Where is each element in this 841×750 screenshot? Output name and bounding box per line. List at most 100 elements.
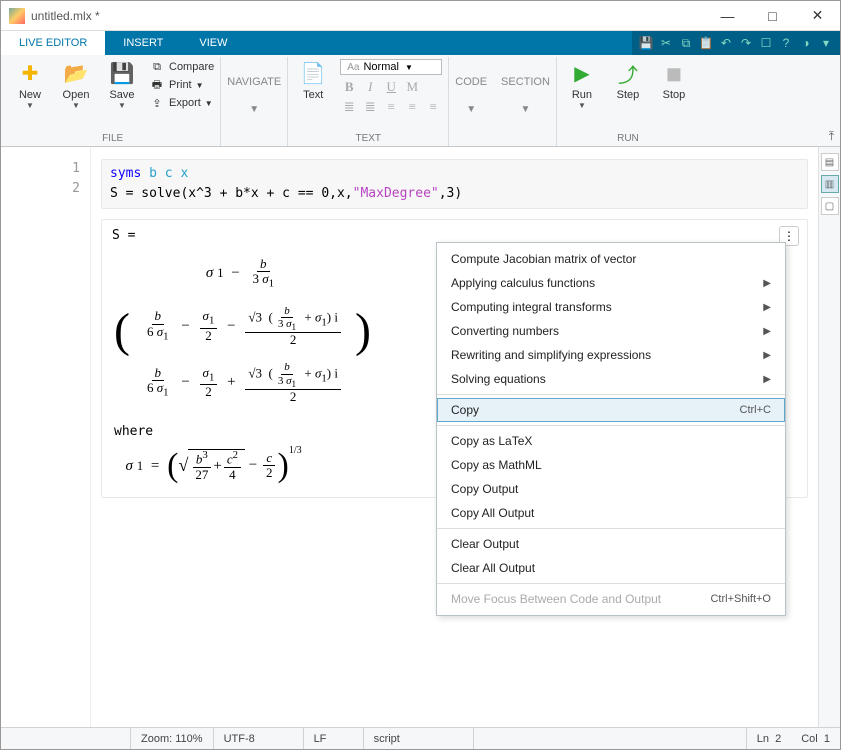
- window-title: untitled.mlx *: [31, 9, 705, 23]
- chevron-down-icon: ▼: [466, 104, 476, 115]
- menu-move-focus: Move Focus Between Code and OutputCtrl+S…: [437, 587, 785, 611]
- print-label: Print: [169, 79, 192, 91]
- align-left-icon[interactable]: ≡: [382, 99, 400, 115]
- submenu-arrow-icon: ▶: [763, 278, 771, 289]
- chevron-down-icon: ▼: [578, 101, 586, 110]
- code-block[interactable]: syms b c x S = solve(x^3 + b*x + c == 0,…: [101, 159, 808, 209]
- text-button[interactable]: 📄 Text: [294, 59, 332, 131]
- tab-insert[interactable]: INSERT: [105, 31, 181, 55]
- print-button[interactable]: 🖶Print ▼: [149, 77, 214, 93]
- bold-button[interactable]: B: [340, 79, 358, 95]
- maximize-button[interactable]: □: [750, 1, 795, 30]
- compare-button[interactable]: ⧉Compare: [149, 59, 214, 75]
- output-hide-button[interactable]: ▢: [821, 197, 839, 215]
- text-style-select[interactable]: AaNormal ▼: [340, 59, 442, 75]
- collapse-ribbon-icon[interactable]: ⤒: [829, 129, 834, 144]
- export-label: Export: [169, 97, 201, 109]
- list-align-row: ≣ ≣ ≡ ≡ ≡: [340, 99, 442, 115]
- menu-rewrite[interactable]: Rewriting and simplifying expressions▶: [437, 343, 785, 367]
- status-col-label: Col: [801, 733, 818, 745]
- stop-button[interactable]: ◼Stop: [655, 59, 693, 131]
- section-label: SECTION: [501, 76, 550, 88]
- align-center-icon[interactable]: ≡: [403, 99, 421, 115]
- code-string: "MaxDegree": [353, 186, 439, 201]
- menu-integral[interactable]: Computing integral transforms▶: [437, 295, 785, 319]
- step-button[interactable]: ⤴Step: [609, 59, 647, 131]
- title-bar: untitled.mlx * — □ ✕: [1, 1, 840, 31]
- status-ln-value: 2: [775, 733, 781, 745]
- menu-copy-all-output[interactable]: Copy All Output: [437, 501, 785, 525]
- text-icon: 📄: [299, 59, 327, 87]
- code-keyword: syms: [110, 166, 141, 181]
- line-number: 2: [1, 179, 90, 199]
- export-icon: ⇪: [149, 95, 165, 111]
- export-button[interactable]: ⇪ Export ▼: [149, 95, 214, 111]
- menu-copy[interactable]: CopyCtrl+C: [437, 398, 785, 422]
- output-inline-button[interactable]: ▤: [821, 153, 839, 171]
- menu-convert[interactable]: Converting numbers▶: [437, 319, 785, 343]
- menu-copy-mathml[interactable]: Copy as MathML: [437, 453, 785, 477]
- menu-clear-output[interactable]: Clear Output: [437, 532, 785, 556]
- qat-dropdown-icon[interactable]: ▾: [818, 35, 834, 51]
- align-right-icon[interactable]: ≡: [424, 99, 442, 115]
- chevron-down-icon: ▼: [26, 101, 34, 110]
- menu-clear-all-output[interactable]: Clear All Output: [437, 556, 785, 580]
- switch-windows-icon[interactable]: ☐: [758, 35, 774, 51]
- open-icon: 📂: [62, 59, 90, 87]
- menu-calculus[interactable]: Applying calculus functions▶: [437, 271, 785, 295]
- save-icon[interactable]: 💾: [638, 35, 654, 51]
- step-label: Step: [617, 89, 640, 101]
- status-type[interactable]: script: [364, 728, 474, 749]
- quick-access-toolbar: 💾 ✂ ⧉ 📋 ↶ ↷ ☐ ? ◑ ▾: [632, 31, 840, 55]
- menu-copy-output[interactable]: Copy Output: [437, 477, 785, 501]
- save-label: Save: [109, 89, 134, 101]
- monospace-button[interactable]: M: [403, 79, 421, 95]
- open-button[interactable]: 📂 Open ▼: [57, 59, 95, 131]
- output-right-button[interactable]: ▥: [821, 175, 839, 193]
- chevron-down-icon: ▼: [72, 101, 80, 110]
- redo-icon[interactable]: ↷: [738, 35, 754, 51]
- underline-button[interactable]: U: [382, 79, 400, 95]
- editor-area[interactable]: syms b c x S = solve(x^3 + b*x + c == 0,…: [91, 147, 818, 727]
- number-list-icon[interactable]: ≣: [361, 99, 379, 115]
- text-style-value: Normal: [363, 61, 398, 73]
- run-button[interactable]: ▶Run▼: [563, 59, 601, 131]
- chevron-down-icon: ▼: [521, 104, 531, 115]
- menu-copy-latex[interactable]: Copy as LaTeX: [437, 429, 785, 453]
- bullet-list-icon[interactable]: ≣: [340, 99, 358, 115]
- chevron-down-icon: ▼: [118, 101, 126, 110]
- status-encoding[interactable]: UTF-8: [214, 728, 304, 749]
- copy-icon[interactable]: ⧉: [678, 35, 694, 51]
- new-button[interactable]: ✚ New ▼: [11, 59, 49, 131]
- code-button[interactable]: CODE▼: [455, 76, 487, 115]
- submenu-arrow-icon: ▶: [763, 350, 771, 361]
- chevron-down-icon: ▼: [205, 99, 213, 108]
- format-row: B I U M: [340, 79, 442, 95]
- minimize-button[interactable]: —: [705, 1, 750, 30]
- help-icon[interactable]: ?: [778, 35, 794, 51]
- line-gutter: 1 2: [1, 147, 91, 727]
- save-button[interactable]: 💾 Save ▼: [103, 59, 141, 131]
- italic-button[interactable]: I: [361, 79, 379, 95]
- tab-view[interactable]: VIEW: [181, 31, 245, 55]
- open-label: Open: [63, 89, 90, 101]
- section-button[interactable]: SECTION ▼: [501, 76, 550, 115]
- new-icon: ✚: [16, 59, 44, 87]
- stop-label: Stop: [663, 89, 686, 101]
- close-button[interactable]: ✕: [795, 1, 840, 30]
- cut-icon[interactable]: ✂: [658, 35, 674, 51]
- undo-icon[interactable]: ↶: [718, 35, 734, 51]
- status-col-value: 1: [824, 733, 830, 745]
- paste-icon[interactable]: 📋: [698, 35, 714, 51]
- menu-solving[interactable]: Solving equations▶: [437, 367, 785, 391]
- tab-live-editor[interactable]: LIVE EDITOR: [1, 31, 105, 55]
- menu-move-focus-shortcut: Ctrl+Shift+O: [710, 593, 771, 605]
- status-zoom[interactable]: Zoom: 110%: [131, 728, 214, 749]
- code-text: S = solve(x^3 + b*x + c == 0,x,: [110, 186, 353, 201]
- options-icon[interactable]: ◑: [798, 35, 814, 51]
- navigate-button[interactable]: NAVIGATE ▼: [227, 76, 281, 115]
- status-eol[interactable]: LF: [304, 728, 364, 749]
- navigate-label: NAVIGATE: [227, 76, 281, 88]
- menu-jacobian[interactable]: Compute Jacobian matrix of vector: [437, 247, 785, 271]
- compare-icon: ⧉: [149, 59, 165, 75]
